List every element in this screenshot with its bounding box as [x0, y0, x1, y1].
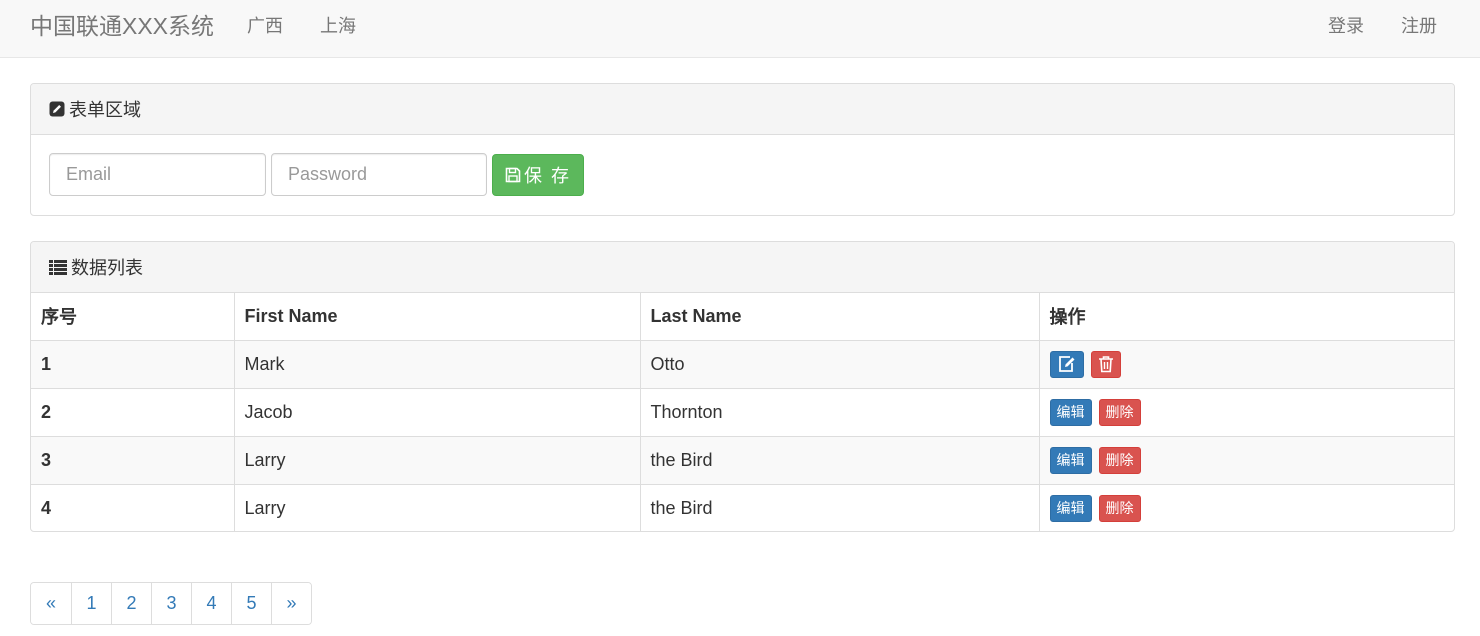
pagination-next[interactable]: »: [271, 583, 311, 624]
column-header-last-name: Last Name: [640, 293, 1040, 341]
edit-button[interactable]: 编辑: [1049, 446, 1092, 474]
row-actions: 编辑 删除: [1039, 388, 1454, 437]
row-actions: 编辑 删除: [1039, 436, 1454, 485]
row-index: 2: [31, 388, 235, 437]
pagination-page-4[interactable]: 4: [191, 583, 231, 624]
pagination: « 1 2 3 4 5 »: [30, 582, 312, 625]
column-header-first-name: First Name: [234, 293, 641, 341]
delete-button[interactable]: 删除: [1098, 494, 1141, 522]
delete-button[interactable]: [1090, 350, 1121, 378]
trash-icon: [1098, 356, 1113, 373]
delete-button[interactable]: 删除: [1098, 398, 1141, 426]
nav-link-guangxi[interactable]: 广西: [247, 14, 283, 38]
edit-icon: [1058, 356, 1074, 372]
brand-link[interactable]: 中国联通XXX系统: [30, 12, 214, 40]
list-icon: [49, 259, 67, 275]
row-index: 1: [31, 340, 235, 389]
edit-button[interactable]: [1049, 350, 1084, 378]
row-actions: 编辑 删除: [1039, 484, 1454, 531]
form-row: 保 存: [31, 135, 1454, 215]
column-header-actions: 操作: [1039, 293, 1454, 341]
password-field[interactable]: [271, 153, 487, 196]
row-last-name: Otto: [640, 340, 1040, 389]
table-row: 2 Jacob Thornton 编辑 删除: [31, 388, 1454, 437]
save-button-label: 保 存: [523, 166, 571, 186]
list-panel-heading: 数据列表: [31, 242, 1454, 293]
row-actions: [1039, 340, 1454, 389]
form-panel-title: 表单区域: [69, 100, 141, 120]
table-row: 3 Larry the Bird 编辑 删除: [31, 436, 1454, 485]
table-row: 4 Larry the Bird 编辑 删除: [31, 484, 1454, 531]
register-link[interactable]: 注册: [1401, 14, 1437, 38]
form-panel: 表单区域 保 存: [30, 83, 1455, 216]
row-first-name: Mark: [234, 340, 641, 389]
data-table: 序号 First Name Last Name 操作 1 Mark Otto 2…: [31, 293, 1454, 531]
nav-link-shanghai[interactable]: 上海: [320, 14, 356, 38]
row-last-name: the Bird: [640, 484, 1040, 531]
pagination-page-5[interactable]: 5: [231, 583, 271, 624]
pagination-prev[interactable]: «: [31, 583, 71, 624]
row-index: 3: [31, 436, 235, 485]
row-last-name: Thornton: [640, 388, 1040, 437]
navbar: 中国联通XXX系统 广西 上海 登录 注册: [0, 0, 1480, 58]
pagination-page-2[interactable]: 2: [111, 583, 151, 624]
edit-icon: [49, 101, 65, 117]
table-row: 1 Mark Otto: [31, 340, 1454, 389]
table-header-row: 序号 First Name Last Name 操作: [31, 293, 1454, 341]
edit-button[interactable]: 编辑: [1049, 398, 1092, 426]
pagination-page-1[interactable]: 1: [71, 583, 111, 624]
save-icon: [505, 167, 521, 183]
row-last-name: the Bird: [640, 436, 1040, 485]
form-panel-heading: 表单区域: [31, 84, 1454, 135]
login-link[interactable]: 登录: [1328, 14, 1364, 38]
row-first-name: Larry: [234, 484, 641, 531]
list-panel-title: 数据列表: [71, 258, 143, 278]
delete-button[interactable]: 删除: [1098, 446, 1141, 474]
edit-button[interactable]: 编辑: [1049, 494, 1092, 522]
list-panel: 数据列表 序号 First Name Last Name 操作 1 Mark O…: [30, 241, 1455, 532]
save-button[interactable]: 保 存: [492, 154, 584, 196]
column-header-index: 序号: [31, 293, 235, 341]
row-first-name: Jacob: [234, 388, 641, 437]
email-field[interactable]: [49, 153, 266, 196]
row-index: 4: [31, 484, 235, 531]
pagination-page-3[interactable]: 3: [151, 583, 191, 624]
row-first-name: Larry: [234, 436, 641, 485]
